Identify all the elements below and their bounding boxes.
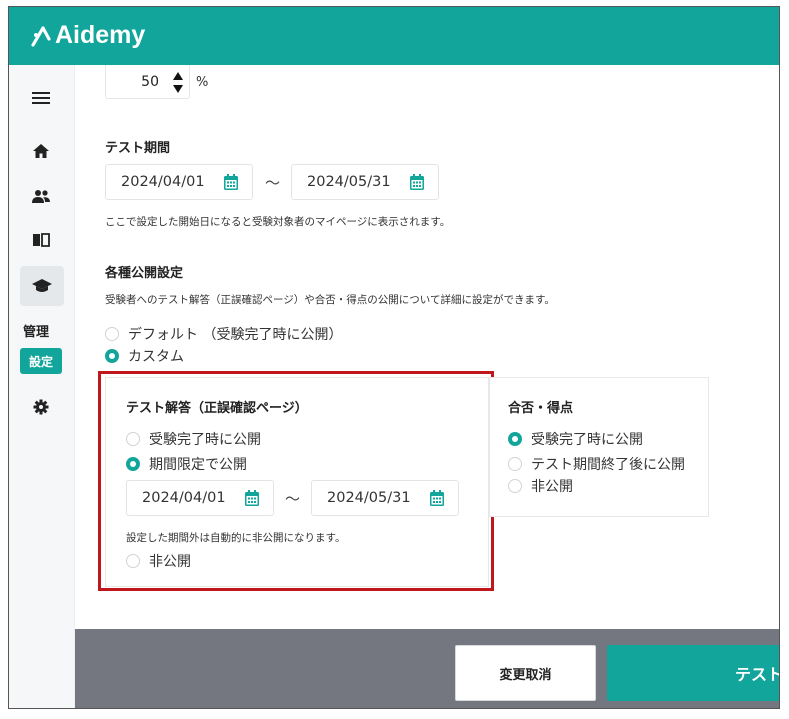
- stepper-arrows-icon[interactable]: [171, 69, 185, 97]
- brand-name: Aidemy: [55, 21, 146, 49]
- answer-start-date[interactable]: 2024/04/01: [126, 480, 274, 516]
- radio-button[interactable]: [508, 479, 522, 493]
- calendar-icon[interactable]: [224, 174, 238, 190]
- radio-button-selected[interactable]: [126, 457, 140, 471]
- percent-value[interactable]: 50: [141, 74, 159, 90]
- radio-default-label: デフォルト （受験完了時に公開）: [128, 327, 343, 343]
- brand-logo[interactable]: Aidemy: [31, 21, 145, 50]
- publish-settings-title: 各種公開設定: [105, 266, 184, 281]
- radio-score-private[interactable]: 非公開: [508, 476, 573, 496]
- test-period-end-value: 2024/05/31: [307, 174, 391, 190]
- sidebar: 管理 設定: [9, 65, 75, 708]
- test-button-label: テスト: [735, 665, 780, 684]
- calendar-icon[interactable]: [245, 490, 259, 506]
- radio-answer-limited[interactable]: 期間限定で公開: [126, 454, 247, 474]
- radio-button[interactable]: [126, 554, 140, 568]
- percent-unit: %: [196, 75, 209, 90]
- main-content: 50 % テスト期間 2024/04/01 〜 2024/05/31 ここで設定…: [75, 65, 779, 708]
- radio-button-selected[interactable]: [508, 432, 522, 446]
- test-period-start-date[interactable]: 2024/04/01: [105, 164, 253, 200]
- radio-score-after-period-label: テスト期間終了後に公開: [531, 457, 685, 473]
- home-icon[interactable]: [29, 139, 53, 163]
- radio-answer-limited-label: 期間限定で公開: [149, 457, 247, 473]
- top-bar: Aidemy: [9, 7, 779, 65]
- test-button[interactable]: テスト: [607, 645, 780, 701]
- graduation-cap-icon[interactable]: [20, 266, 64, 306]
- answer-end-date[interactable]: 2024/05/31: [311, 480, 459, 516]
- footer-action-bar: 変更取消 テスト: [75, 629, 779, 708]
- answer-panel-title: テスト解答（正誤確認ページ）: [126, 401, 308, 416]
- test-period-note: ここで設定した開始日になると受験対象者のマイページに表示されます。: [105, 216, 451, 228]
- answer-period-separator: 〜: [285, 490, 301, 508]
- sidebar-admin-label[interactable]: 管理: [23, 321, 49, 340]
- radio-answer-private[interactable]: 非公開: [126, 551, 191, 571]
- calendar-icon[interactable]: [410, 174, 424, 190]
- radio-answer-on-complete[interactable]: 受験完了時に公開: [126, 429, 261, 449]
- radio-score-on-complete[interactable]: 受験完了時に公開: [508, 429, 643, 449]
- radio-score-on-complete-label: 受験完了時に公開: [531, 432, 643, 448]
- logo-mark-icon: [31, 25, 51, 47]
- answer-start-value: 2024/04/01: [142, 490, 226, 506]
- answer-period-note: 設定した期間外は自動的に非公開になります。: [126, 532, 346, 544]
- test-period-end-date[interactable]: 2024/05/31: [291, 164, 439, 200]
- app-window: Aidemy 管理 設定 50 % テスト期間 2024/04/01 〜 202…: [8, 6, 780, 709]
- radio-custom-label: カスタム: [128, 349, 184, 365]
- radio-button[interactable]: [105, 327, 119, 341]
- radio-score-after-period[interactable]: テスト期間終了後に公開: [508, 454, 685, 474]
- book-icon[interactable]: [29, 228, 53, 252]
- radio-answer-on-complete-label: 受験完了時に公開: [149, 432, 261, 448]
- publish-settings-description: 受験者へのテスト解答（正誤確認ページ）や合否・得点の公開について詳細に設定ができ…: [105, 294, 555, 306]
- period-separator: 〜: [265, 174, 281, 192]
- calendar-icon[interactable]: [430, 490, 444, 506]
- score-panel-title: 合否・得点: [508, 401, 574, 416]
- radio-answer-private-label: 非公開: [149, 554, 191, 570]
- gear-icon[interactable]: [29, 395, 53, 419]
- test-period-start-value: 2024/04/01: [121, 174, 205, 190]
- radio-score-private-label: 非公開: [531, 479, 573, 495]
- users-icon[interactable]: [29, 184, 53, 208]
- radio-default[interactable]: デフォルト （受験完了時に公開）: [105, 324, 342, 344]
- menu-icon[interactable]: [29, 86, 53, 110]
- answer-end-value: 2024/05/31: [327, 490, 411, 506]
- cancel-changes-button[interactable]: 変更取消: [455, 645, 596, 701]
- sidebar-settings-badge[interactable]: 設定: [20, 348, 62, 374]
- radio-button[interactable]: [508, 457, 522, 471]
- radio-button-selected[interactable]: [105, 349, 119, 363]
- radio-button[interactable]: [126, 432, 140, 446]
- test-period-title: テスト期間: [105, 141, 171, 156]
- radio-custom[interactable]: カスタム: [105, 346, 184, 366]
